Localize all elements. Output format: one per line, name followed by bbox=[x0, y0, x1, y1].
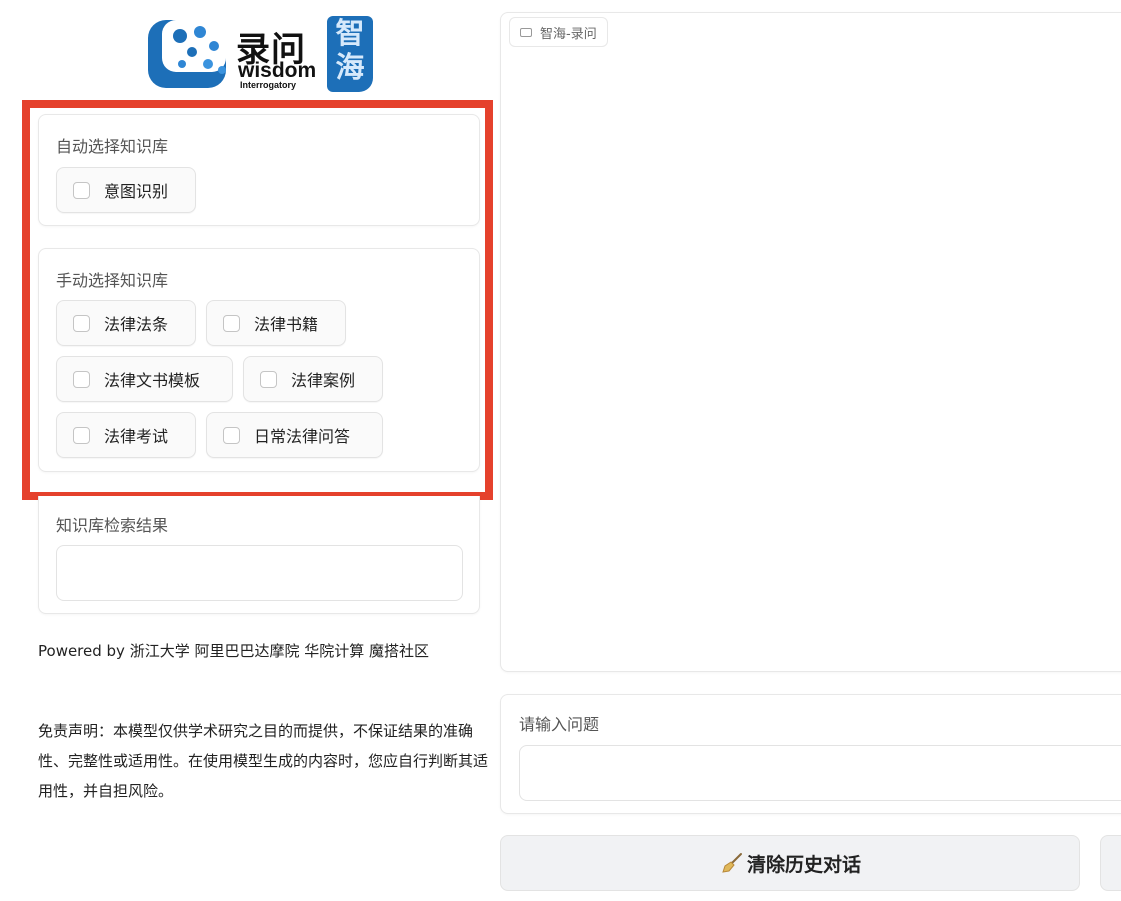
retrieval-result-field[interactable] bbox=[56, 545, 463, 601]
logo-title-en: wisdom bbox=[238, 59, 317, 82]
logo-subtitle: Interrogatory bbox=[240, 80, 297, 90]
question-label: 请输入问题 bbox=[519, 715, 600, 734]
question-input[interactable] bbox=[519, 745, 1121, 801]
disclaimer-text: 免责声明：本模型仅供学术研究之目的而提供，不保证结果的准确性、完整性或适用性。在… bbox=[38, 722, 489, 800]
retrieval-result-panel: 知识库检索结果 bbox=[38, 496, 480, 614]
chat-bubble-icon bbox=[520, 27, 532, 37]
chat-panel: 智海-录问 bbox=[500, 12, 1121, 672]
broom-icon bbox=[722, 853, 742, 873]
submit-button[interactable] bbox=[1100, 835, 1121, 891]
clear-history-label: 清除历史对话 bbox=[746, 853, 861, 876]
chat-label-text: 智海-录问 bbox=[540, 26, 597, 42]
logo-mark-icon bbox=[148, 20, 226, 88]
highlight-frame bbox=[22, 100, 493, 500]
chat-label: 智海-录问 bbox=[509, 17, 608, 47]
logo-seal: 智海 bbox=[327, 16, 373, 92]
clear-history-button[interactable]: 清除历史对话 bbox=[500, 835, 1080, 891]
powered-by-text: Powered by 浙江大学 阿里巴巴达摩院 华院计算 魔搭社区 bbox=[38, 642, 430, 660]
retrieval-result-title: 知识库检索结果 bbox=[56, 516, 169, 535]
question-panel: 请输入问题 bbox=[500, 694, 1121, 814]
app-logo: 录问 wisdom Interrogatory 智海 bbox=[148, 16, 376, 96]
